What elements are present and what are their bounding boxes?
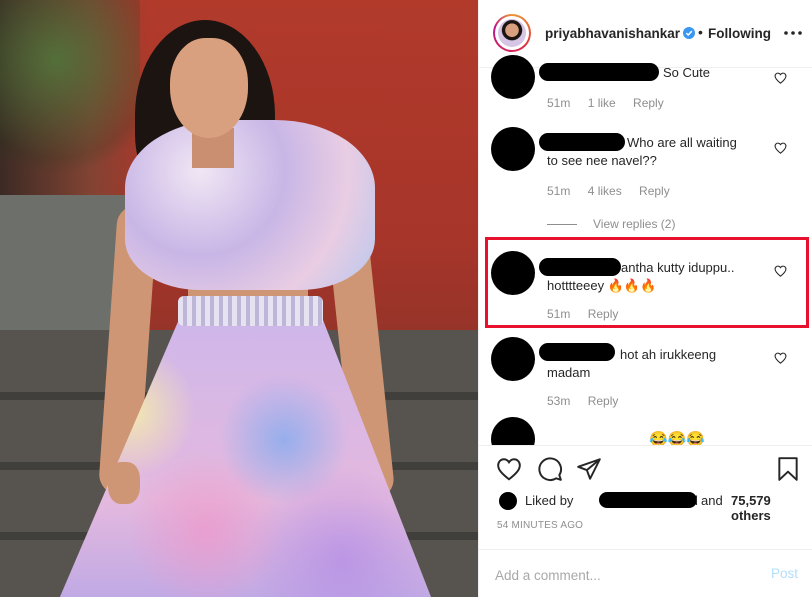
- reply-button[interactable]: Reply: [639, 184, 670, 198]
- liked-and-label: and: [701, 493, 723, 508]
- comment-text: to see nee navel??: [547, 153, 657, 168]
- redacted-username: [539, 343, 615, 361]
- liked-by-row: Liked by l and 75,579 others: [499, 490, 809, 523]
- username-link[interactable]: priyabhavanishankar: [545, 26, 680, 41]
- comment-time: 51m: [547, 184, 571, 198]
- redacted-username: [539, 63, 659, 81]
- commenter-avatar[interactable]: [491, 55, 535, 99]
- separator-dot: •: [698, 24, 703, 40]
- comment-text: hot ah irukkeeng: [620, 347, 717, 362]
- following-button[interactable]: Following: [708, 26, 771, 41]
- comment-like-heart-icon[interactable]: [774, 142, 787, 154]
- left-hand: [108, 462, 140, 504]
- likes-count-link[interactable]: 75,579 others: [731, 493, 809, 523]
- comment-time: 51m: [547, 96, 571, 110]
- reply-button[interactable]: Reply: [588, 394, 619, 408]
- comment-like-heart-icon[interactable]: [774, 72, 787, 84]
- share-icon[interactable]: [576, 456, 602, 482]
- plant-leaves: [0, 0, 140, 200]
- redacted-username: [539, 133, 625, 151]
- highlight-box: [485, 237, 809, 328]
- comment-meta: 51m 1 like Reply: [547, 96, 678, 110]
- view-replies-button[interactable]: View replies (2): [547, 217, 675, 231]
- comment-text: Who are all waiting: [627, 135, 737, 150]
- comment-item: hot ah irukkeeng madam 53m Reply: [479, 337, 812, 417]
- comment-meta: 51m 4 likes Reply: [547, 184, 684, 198]
- ruffled-top: [125, 120, 375, 290]
- comment-likes[interactable]: 4 likes: [588, 184, 622, 198]
- heart-icon[interactable]: [496, 456, 522, 482]
- post-timestamp[interactable]: 54 MINUTES AGO: [497, 520, 583, 531]
- post-actions: Liked by l and 75,579 others 54 MINUTES …: [479, 445, 812, 597]
- add-comment-bar: Post: [479, 549, 812, 597]
- post-comment-button[interactable]: Post: [771, 566, 798, 581]
- redacted-liker-name[interactable]: [599, 492, 697, 508]
- comment-text: 😂😂😂: [649, 431, 706, 445]
- comment-icon[interactable]: [537, 456, 563, 482]
- post-photo[interactable]: [0, 0, 478, 597]
- commenter-avatar[interactable]: [491, 417, 535, 445]
- commenter-avatar[interactable]: [491, 337, 535, 381]
- bookmark-icon[interactable]: [775, 456, 801, 482]
- verified-badge-icon: [683, 27, 695, 39]
- face: [170, 38, 248, 138]
- comment-time: 53m: [547, 394, 571, 408]
- comment-meta: 53m Reply: [547, 394, 632, 408]
- post-sidebar: priyabhavanishankar • Following So Cute …: [478, 0, 812, 597]
- comment-likes[interactable]: 1 like: [588, 96, 616, 110]
- liker-avatar[interactable]: [499, 492, 517, 510]
- more-options-icon[interactable]: [783, 30, 803, 36]
- liker-name-tail: l: [695, 493, 698, 508]
- comment-item: Who are all waiting to see nee navel?? 5…: [479, 125, 812, 205]
- reply-button[interactable]: Reply: [633, 96, 664, 110]
- liked-by-label: Liked by: [525, 493, 574, 508]
- comment-item: 😂😂😂: [479, 417, 812, 445]
- view-replies-label: View replies (2): [593, 217, 676, 231]
- comment-text: madam: [547, 365, 591, 380]
- comment-item: So Cute 51m 1 like Reply: [479, 55, 812, 120]
- replies-divider-line: [547, 223, 577, 225]
- commenter-avatar[interactable]: [491, 127, 535, 171]
- profile-avatar[interactable]: [493, 14, 531, 52]
- comment-text: So Cute: [663, 65, 710, 80]
- comment-like-heart-icon[interactable]: [774, 352, 787, 364]
- belt: [178, 296, 323, 326]
- add-comment-input[interactable]: [495, 564, 755, 586]
